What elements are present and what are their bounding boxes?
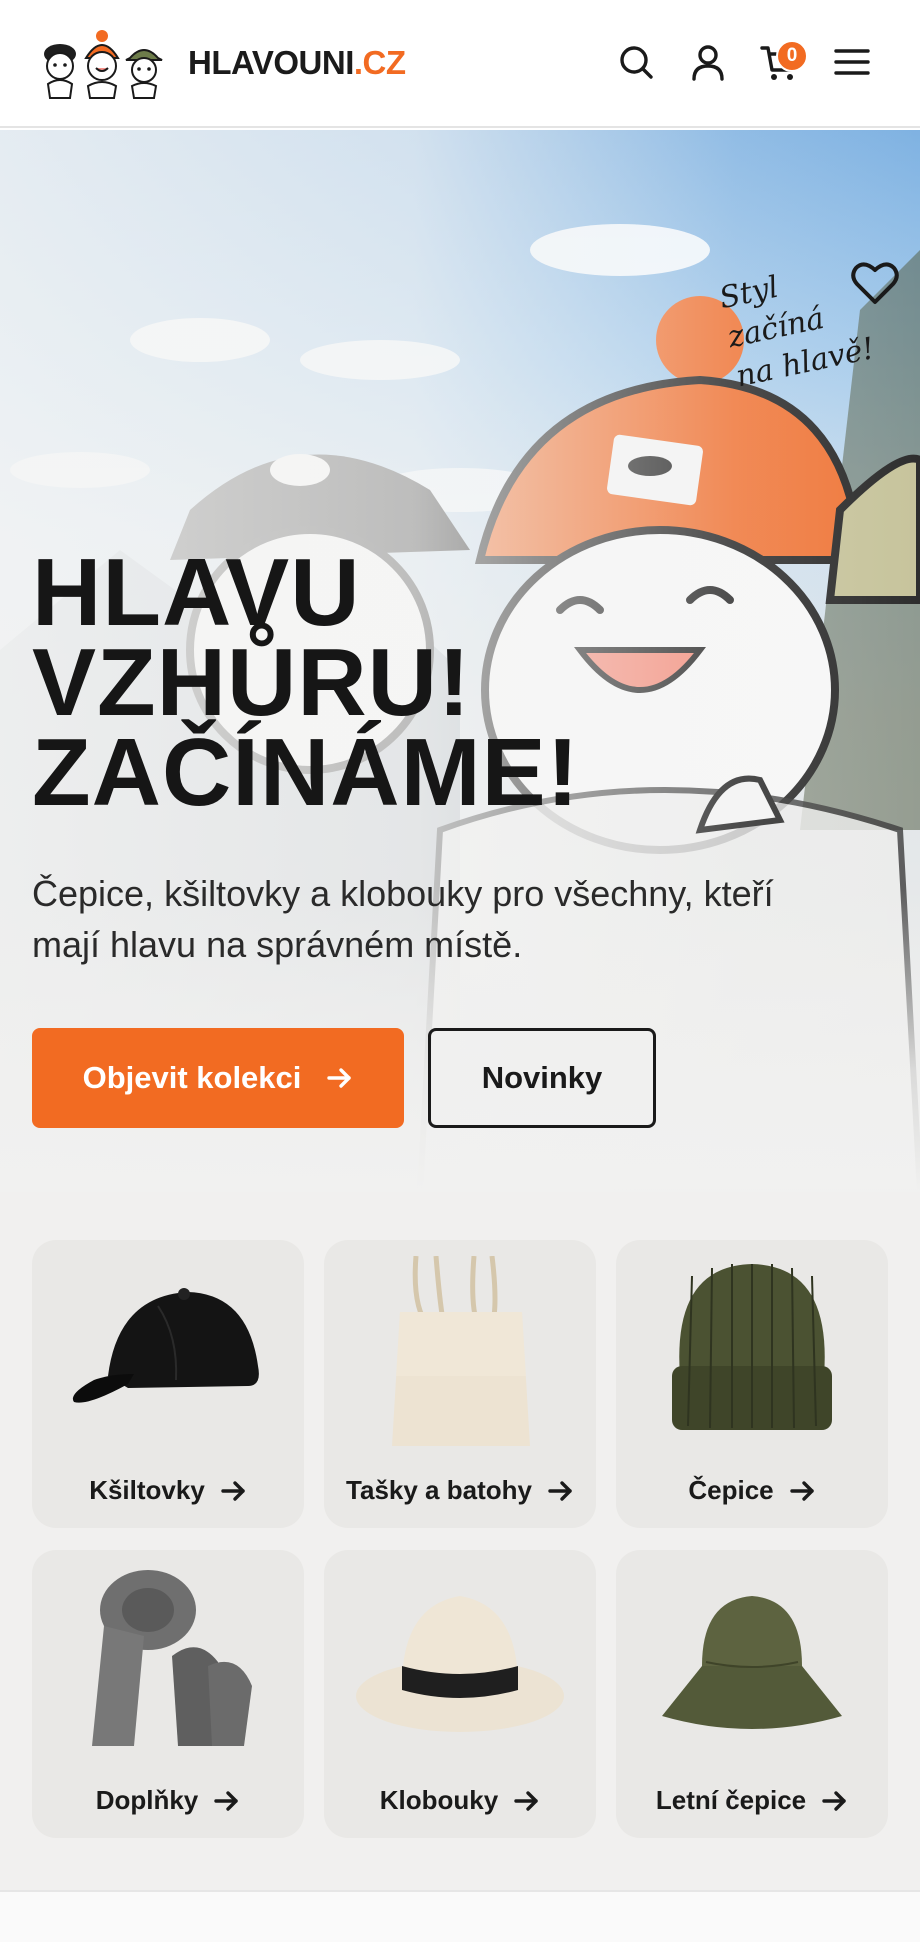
category-label: Doplňky <box>95 1785 199 1815</box>
category-card-letni-cepice[interactable]: Letní čepice <box>616 1550 888 1838</box>
cart-count-badge: 0 <box>776 40 808 72</box>
cap-image <box>72 1288 259 1403</box>
category-label: Kšiltovky <box>89 1475 205 1505</box>
category-label-row: Tašky a batohy <box>324 1475 596 1506</box>
scarf-gloves-image <box>92 1570 252 1746</box>
category-card-tasky-a-batohy[interactable]: Tašky a batohy <box>324 1240 596 1528</box>
category-grid: Kšiltovky Tašky a batohy Čepice Doplňky … <box>0 1192 920 1890</box>
hero-title-line: ZAČÍNÁME! <box>32 719 580 826</box>
hero-banner: Styl začíná na hlavě! HLAVU VZHŮRU! ZAČÍ… <box>0 130 920 1192</box>
category-label-row: Doplňky <box>32 1785 304 1816</box>
category-card-cepice[interactable]: Čepice <box>616 1240 888 1528</box>
arrow-right-icon <box>327 1068 352 1088</box>
hero-title: HLAVU VZHŮRU! ZAČÍNÁME! <box>32 539 580 826</box>
page-bottom-section <box>0 1890 920 1942</box>
explore-collection-label: Objevit kolekci <box>82 1060 302 1095</box>
brand-main: HLAVOUNI <box>188 44 354 81</box>
hero-subtitle: Čepice, kšiltovky a klobouky pro všechny… <box>32 873 774 965</box>
category-label-row: Letní čepice <box>616 1785 888 1816</box>
category-label-row: Čepice <box>616 1475 888 1506</box>
hero-title-line: VZHŮRU! <box>32 629 471 736</box>
site-header: HLAVOUNI.CZ 0 <box>0 0 920 128</box>
news-button-label: Novinky <box>481 1060 603 1095</box>
arrow-right-icon <box>221 1480 245 1501</box>
fedora-image <box>356 1596 564 1732</box>
arrow-right-icon <box>514 1790 538 1811</box>
category-label: Tašky a batohy <box>346 1475 532 1505</box>
arrow-right-icon <box>548 1480 572 1501</box>
bucket-hat-image <box>662 1596 842 1729</box>
category-card-doplnky[interactable]: Doplňky <box>32 1550 304 1838</box>
arrow-right-icon <box>822 1790 846 1811</box>
category-label-row: Kšiltovky <box>32 1475 304 1506</box>
explore-collection-button[interactable]: Objevit kolekci <box>32 1028 404 1128</box>
category-label: Letní čepice <box>655 1785 807 1815</box>
favorites-heart-icon[interactable] <box>850 260 900 306</box>
tote-bag-image <box>392 1256 530 1446</box>
category-label: Čepice <box>688 1475 774 1505</box>
logo-mascots-icon[interactable] <box>38 28 166 100</box>
category-label: Klobouky <box>379 1785 499 1815</box>
user-icon[interactable] <box>686 40 730 84</box>
menu-icon[interactable] <box>830 40 874 84</box>
search-icon[interactable] <box>614 40 658 84</box>
news-button[interactable]: Novinky <box>428 1028 656 1128</box>
arrow-right-icon <box>214 1790 238 1811</box>
beanie-image <box>672 1264 832 1430</box>
brand-suffix: .CZ <box>353 44 406 81</box>
category-card-ksiltovky[interactable]: Kšiltovky <box>32 1240 304 1528</box>
brand-logo[interactable]: HLAVOUNI.CZ <box>188 44 406 82</box>
arrow-right-icon <box>789 1480 814 1501</box>
hero-title-line: HLAVU <box>32 539 361 646</box>
category-label-row: Klobouky <box>324 1785 596 1816</box>
category-card-klobouky[interactable]: Klobouky <box>324 1550 596 1838</box>
